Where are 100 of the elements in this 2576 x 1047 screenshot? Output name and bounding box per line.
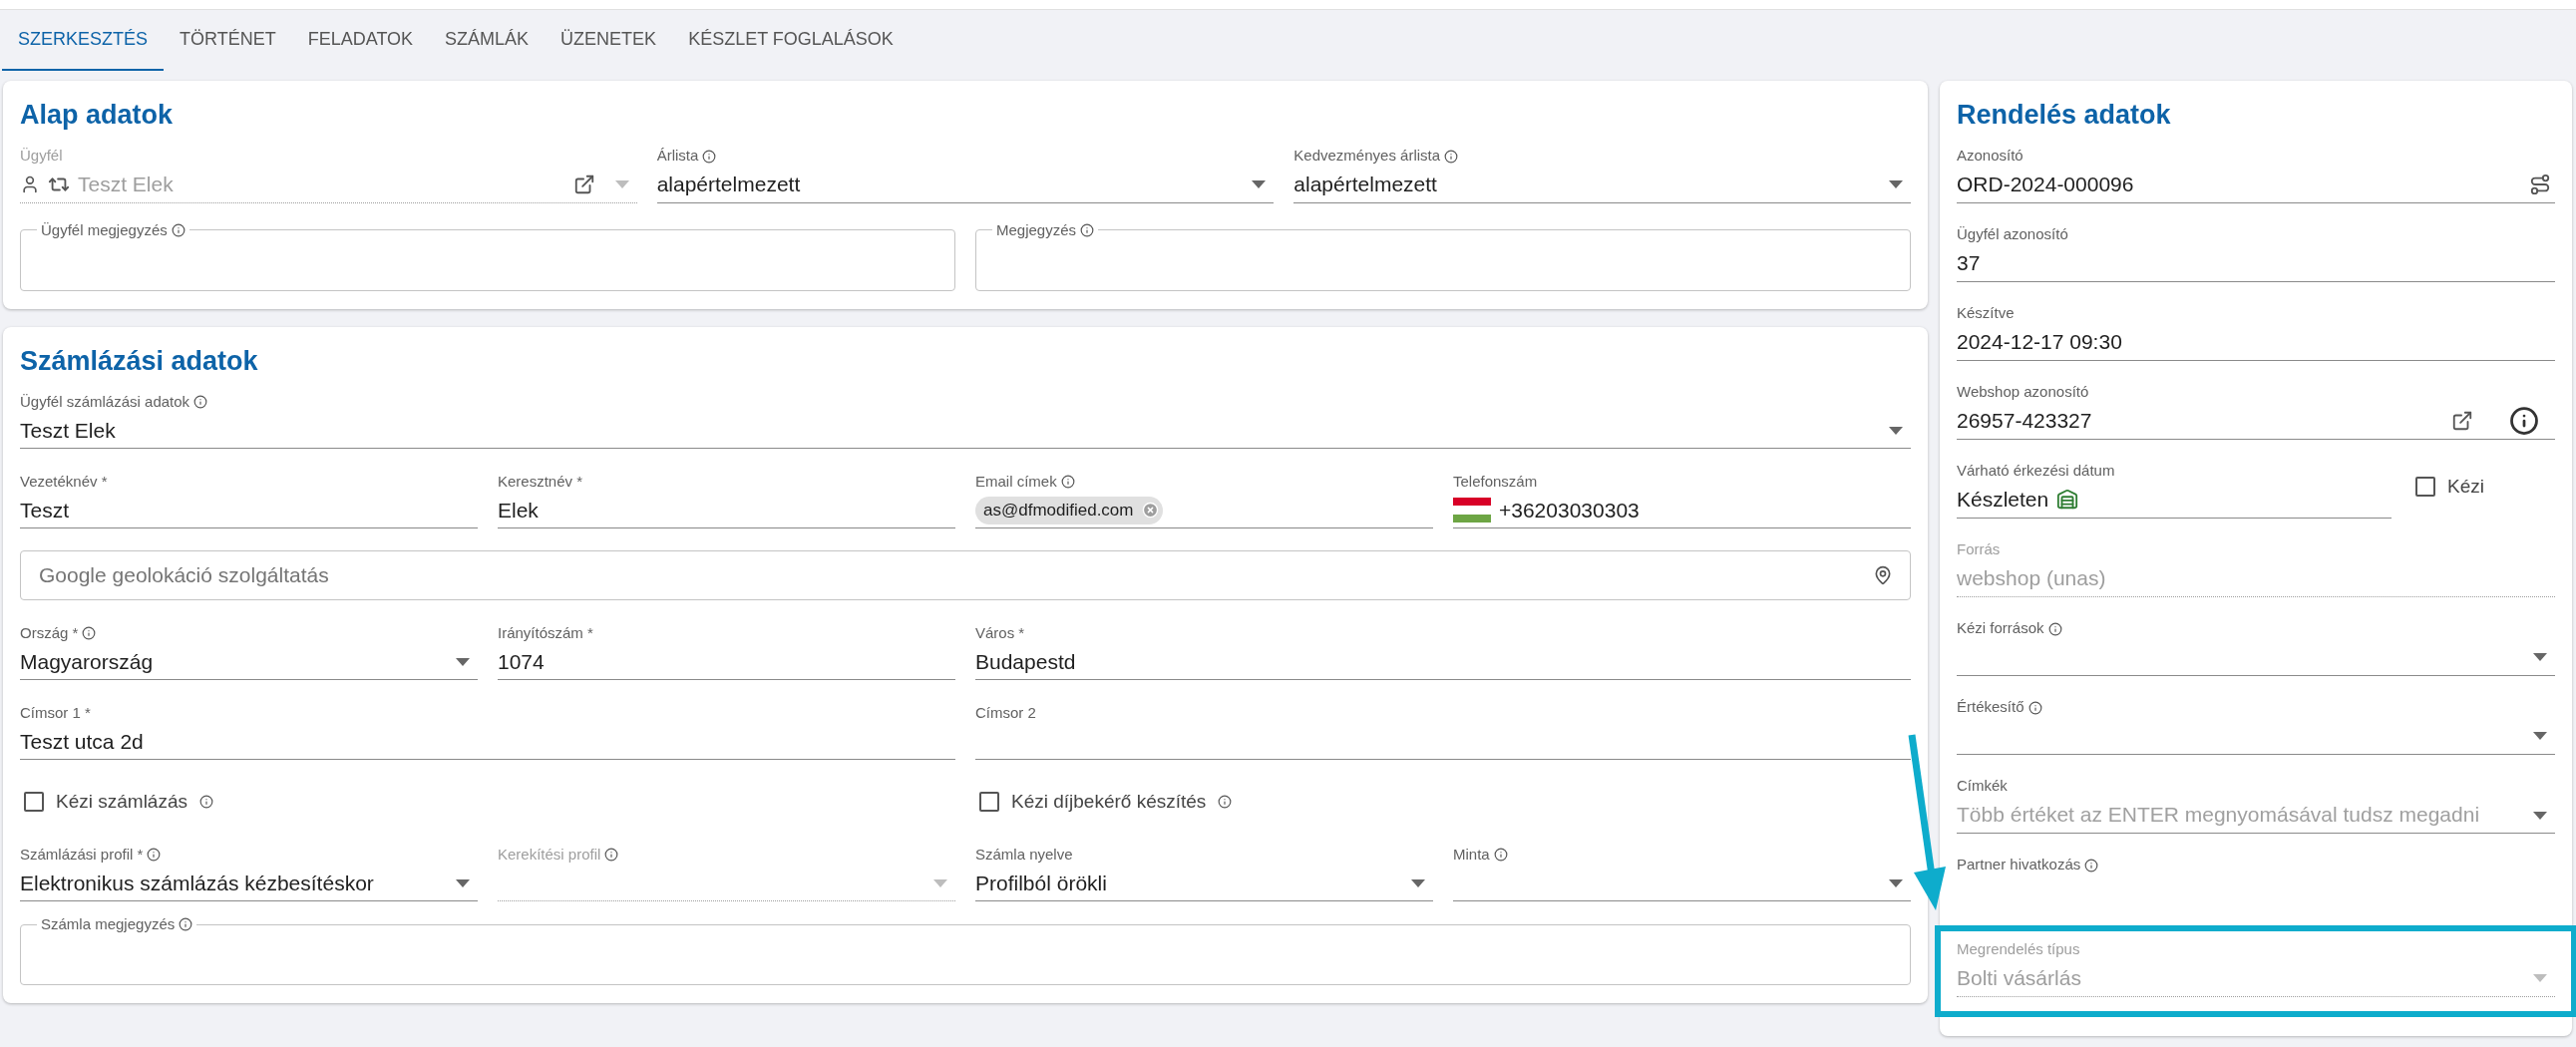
text-field[interactable]: 26957-423327: [1957, 403, 2555, 440]
caret-icon: [1889, 180, 1903, 188]
route-icon[interactable]: [2529, 174, 2551, 195]
info-icon: [702, 149, 717, 164]
info-icon: [147, 848, 162, 862]
info-icon: [82, 626, 97, 640]
field-label: Számlázási profil *: [20, 844, 144, 865]
field-label: Webshop azonosító: [1957, 382, 2089, 403]
text-field[interactable]: Budapestd: [975, 644, 1911, 680]
field-label: Telefonszám: [1453, 471, 1538, 492]
card-title: Rendelés adatok: [1957, 99, 2172, 132]
caret-icon: [1252, 180, 1267, 188]
tab[interactable]: SZERKESZTÉS: [2, 10, 165, 71]
field-label: Azonosító: [1957, 146, 2024, 167]
field-label: Ügyfél megjegyzés: [41, 219, 168, 240]
info-icon: [1444, 149, 1459, 164]
caret-icon: [1889, 426, 1903, 435]
caret-icon: [1411, 878, 1425, 887]
select-field[interactable]: Magyarország: [20, 644, 478, 680]
tab[interactable]: TÖRTÉNET: [164, 10, 292, 71]
select-field[interactable]: Elektronikus számlázás kézbesítéskor: [20, 866, 478, 901]
field-label: Számla megjegyzés: [41, 914, 176, 934]
field-label: Értékesítő: [1957, 697, 2024, 718]
tab[interactable]: FELADATOK: [291, 10, 430, 71]
field-label: Ügyfél: [20, 146, 63, 167]
select-field[interactable]: alapértelmezett: [656, 167, 1275, 203]
field-label: Ország *: [20, 622, 79, 643]
checkbox-label: Kézi: [2447, 474, 2484, 499]
external-link-icon[interactable]: [2451, 410, 2473, 432]
field-label: Címsor 2: [975, 702, 1036, 723]
caret-icon: [2533, 974, 2547, 982]
info-icon: [2047, 621, 2062, 636]
card-title: Számlázási adatok: [20, 344, 259, 378]
info-icon: [179, 917, 193, 932]
checkbox[interactable]: [24, 792, 44, 812]
select-field[interactable]: alapértelmezett: [1293, 167, 1911, 203]
text-field[interactable]: 1074: [498, 644, 955, 680]
text-field[interactable]: Teszt utca 2d: [20, 724, 955, 760]
caret-icon: [1889, 878, 1903, 887]
flag-icon[interactable]: [1453, 498, 1491, 523]
field-label: Kézi források: [1957, 618, 2044, 639]
field-label: Irányítószám *: [498, 622, 593, 643]
field-label: Árlista: [656, 146, 699, 167]
info-icon: [1060, 475, 1075, 489]
select-field[interactable]: Több értéket az ENTER megnyomásával tudsz megadni: [1957, 797, 2555, 834]
tab[interactable]: SZÁMLÁK: [429, 10, 546, 71]
select-field[interactable]: Profilból örökli: [975, 866, 1433, 901]
select-field[interactable]: Teszt Elek: [20, 413, 1911, 449]
checkbox[interactable]: [979, 792, 999, 812]
field-label: Kedvezményes árlista: [1293, 146, 1441, 167]
date-field[interactable]: Készleten: [1957, 482, 2392, 519]
field-label: Várható érkezési dátum: [1957, 461, 2115, 482]
checkbox-label: Kézi díjbekérő készítés: [1011, 789, 1207, 814]
field-label: Forrás: [1957, 539, 2001, 560]
info-icon: [1493, 848, 1508, 862]
text-field[interactable]: 2024-12-17 09:30: [1957, 324, 2555, 361]
caret-icon: [2533, 732, 2547, 740]
caret-icon: [456, 878, 470, 887]
info-icon: [2084, 858, 2099, 872]
field-label: Számla nyelve: [975, 844, 1073, 865]
map-pin-icon: [1873, 565, 1893, 585]
remove-icon[interactable]: [1141, 502, 1159, 519]
field-label: Címkék: [1957, 776, 2008, 797]
field-label: Ügyfél azonosító: [1957, 224, 2068, 245]
checkbox-label: Kézi számlázás: [56, 789, 187, 814]
field-label: Város *: [975, 622, 1025, 643]
card-title: Alap adatok: [20, 99, 175, 132]
text-field[interactable]: Elek: [498, 493, 955, 528]
info-icon: [199, 795, 213, 809]
field-label: Megrendelés típus: [1957, 939, 2080, 960]
info-icon: [1218, 795, 1233, 809]
field-label: Partner hivatkozás: [1957, 855, 2081, 875]
field-label: Minta: [1453, 844, 1490, 865]
text-field[interactable]: Teszt: [20, 493, 478, 528]
email-field[interactable]: as@dfmodified.com: [975, 493, 1433, 528]
checkbox[interactable]: [2415, 476, 2435, 497]
phone-field[interactable]: +36203030303: [1453, 493, 1911, 528]
field-label: Kerekítési profil: [498, 844, 601, 865]
caret-icon: [456, 657, 470, 666]
caret-icon: [2533, 811, 2547, 820]
warehouse-icon: [2056, 489, 2079, 511]
tab[interactable]: ÜZENETEK: [545, 10, 673, 71]
field-label: Megjegyzés: [996, 219, 1077, 240]
field-label: Ügyfél számlázási adatok: [20, 391, 190, 412]
caret-icon: [933, 878, 947, 887]
text-field[interactable]: 37: [1957, 245, 2555, 282]
text-field[interactable]: ORD-2024-000096: [1957, 167, 2555, 203]
info-icon[interactable]: [2509, 406, 2539, 436]
email-chip[interactable]: as@dfmodified.com: [975, 496, 1163, 524]
info-icon: [1080, 222, 1095, 237]
field-label: Email címek: [975, 471, 1057, 492]
info-icon: [2027, 700, 2042, 715]
geolocation-search-field[interactable]: Google geolokáció szolgáltatás: [20, 550, 1911, 600]
field-label: Keresztnév *: [498, 471, 583, 492]
field-label: Készítve: [1957, 303, 2015, 324]
info-icon: [604, 848, 619, 862]
field-label: Címsor 1 *: [20, 702, 91, 723]
tab[interactable]: KÉSZLET FOGLALÁSOK: [672, 10, 910, 71]
field-label: Vezetéknév *: [20, 471, 108, 492]
caret-icon: [2533, 653, 2547, 661]
